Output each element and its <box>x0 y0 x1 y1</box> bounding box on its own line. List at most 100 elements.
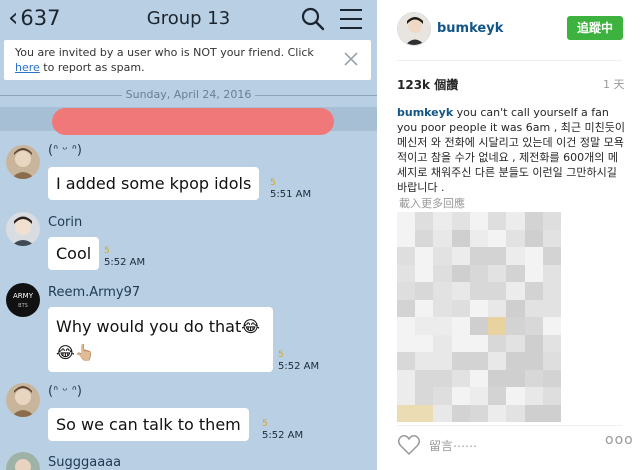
spam-warning-text: You are invited by a user who is NOT you… <box>15 46 314 59</box>
search-icon[interactable] <box>300 6 326 32</box>
heart-icon[interactable] <box>397 434 421 456</box>
mosaic-tile <box>524 352 543 370</box>
mosaic-tile <box>433 369 452 387</box>
mosaic-tile <box>506 317 525 335</box>
mosaic-tile <box>451 212 470 230</box>
load-more-comments-link[interactable]: 載入更多回應 <box>399 195 465 211</box>
instagram-post: bumkeyk 追蹤中 123k 個讚 1 天 bumkeyk you can'… <box>377 0 640 470</box>
mosaic-tile <box>469 282 489 300</box>
mosaic-tile <box>524 229 543 247</box>
mosaic-tile <box>542 369 561 387</box>
svg-text:ARMY: ARMY <box>13 292 34 300</box>
view-count: 123k 個讚 <box>397 78 459 92</box>
mosaic-tile <box>433 264 452 282</box>
avatar[interactable] <box>6 212 40 246</box>
sender-name: (ᐢ ᵕ ᐢ) <box>48 143 82 158</box>
caption-text: you can't call yourself a fan you poor p… <box>397 106 625 194</box>
mosaic-tile <box>524 299 543 317</box>
mosaic-tile <box>397 247 416 265</box>
mosaic-tile <box>451 282 470 300</box>
avatar[interactable] <box>6 452 40 470</box>
mosaic-tile <box>506 352 525 370</box>
mosaic-tile <box>488 212 507 230</box>
post-username[interactable]: bumkeyk <box>437 21 503 36</box>
mosaic-tile <box>506 299 525 317</box>
mosaic-tile <box>415 317 434 335</box>
mosaic-tile <box>433 404 452 422</box>
mosaic-tile <box>415 229 434 247</box>
post-time: 1 天 <box>603 78 625 91</box>
read-count: 5 <box>262 419 268 429</box>
add-comment-input[interactable]: 留言⋯⋯ <box>429 437 477 454</box>
mosaic-tile <box>524 404 543 422</box>
read-count: 5 <box>270 178 276 188</box>
mosaic-tile <box>451 387 470 405</box>
message-bubble[interactable]: Cool <box>48 237 100 270</box>
mosaic-tile <box>469 264 489 282</box>
mosaic-tile <box>488 247 507 265</box>
sender-name: Sugggaaaa <box>48 455 122 470</box>
mosaic-tile <box>469 247 489 265</box>
mosaic-tile <box>488 387 507 405</box>
mosaic-tile <box>397 369 416 387</box>
mosaic-tile <box>451 229 470 247</box>
mosaic-tile <box>415 404 434 422</box>
mosaic-tile <box>397 229 416 247</box>
mosaic-tile <box>469 229 489 247</box>
mosaic-tile <box>488 369 507 387</box>
mosaic-tile <box>415 212 434 230</box>
mosaic-tile <box>397 317 416 335</box>
chat-header: ‹ 637 Group 13 <box>0 0 377 38</box>
close-icon[interactable] <box>343 51 359 67</box>
mosaic-tile <box>506 369 525 387</box>
mosaic-tile <box>451 352 470 370</box>
mosaic-tile <box>433 352 452 370</box>
read-count: 5 <box>278 350 284 360</box>
mosaic-tile <box>542 229 561 247</box>
mosaic-tile <box>451 247 470 265</box>
mosaic-tile <box>415 387 434 405</box>
menu-icon[interactable] <box>338 6 364 32</box>
mosaic-tile <box>488 264 507 282</box>
mosaic-tile <box>542 352 561 370</box>
caption-username[interactable]: bumkeyk <box>397 106 453 119</box>
mosaic-tile <box>451 264 470 282</box>
mosaic-tile <box>542 334 561 352</box>
mosaic-tile <box>506 387 525 405</box>
read-count: 5 <box>104 246 110 256</box>
profile-avatar[interactable] <box>397 12 431 46</box>
message-bubble[interactable]: So we can talk to them <box>48 408 249 441</box>
message-time: 5:52 AM <box>262 430 304 441</box>
mosaic-tile <box>469 369 489 387</box>
mosaic-tile <box>542 299 561 317</box>
following-button[interactable]: 追蹤中 <box>567 16 623 40</box>
mosaic-tile <box>488 299 507 317</box>
mosaic-tile <box>397 352 416 370</box>
mosaic-tile <box>397 334 416 352</box>
message-bubble[interactable]: I added some kpop idols <box>48 167 260 200</box>
mosaic-tile <box>451 299 470 317</box>
avatar[interactable] <box>6 383 40 417</box>
divider <box>397 425 622 426</box>
mosaic-tile <box>415 369 434 387</box>
mosaic-tile <box>433 282 452 300</box>
avatar[interactable] <box>6 145 40 179</box>
mosaic-tile <box>542 247 561 265</box>
mosaic-tile <box>397 282 416 300</box>
sender-name: Reem.Army97 <box>48 285 141 300</box>
mosaic-tile <box>524 212 543 230</box>
mosaic-tile <box>542 264 561 282</box>
date-separator: Sunday, April 24, 2016 <box>0 88 377 102</box>
more-options-icon[interactable]: ooo <box>605 432 634 448</box>
mosaic-tile <box>506 229 525 247</box>
mosaic-tile <box>469 299 489 317</box>
mosaic-tile <box>524 247 543 265</box>
mosaic-tile <box>433 299 452 317</box>
report-spam-link[interactable]: here <box>15 61 40 74</box>
message-bubble[interactable]: Why would you do that😂 😂👆🏼 <box>48 307 273 372</box>
redaction-scribble <box>52 108 334 135</box>
avatar[interactable]: ARMY BTS <box>6 283 40 317</box>
mosaic-tile <box>488 229 507 247</box>
mosaic-tile <box>524 369 543 387</box>
mosaic-tile <box>524 334 543 352</box>
